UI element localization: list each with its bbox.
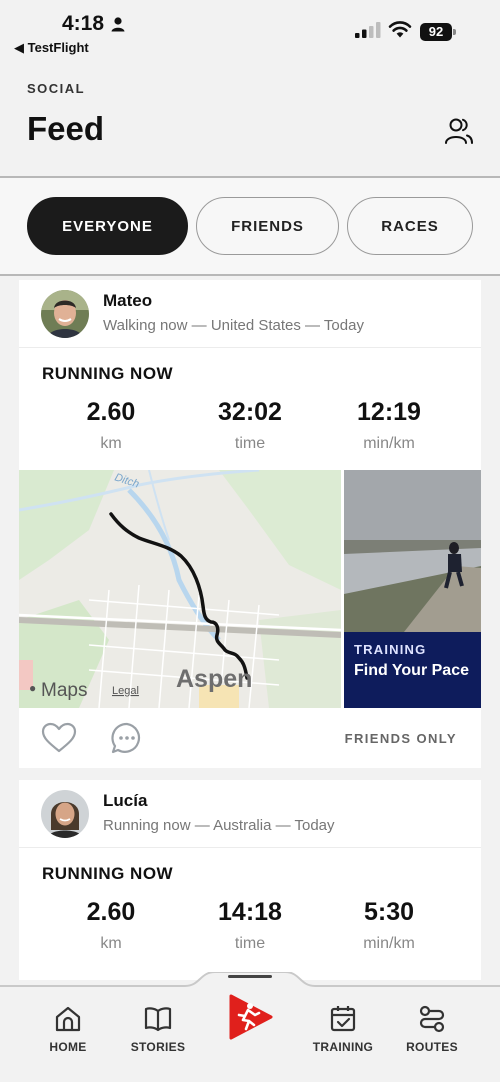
user-name[interactable]: Lucía — [103, 791, 147, 811]
activity-subtitle: Running now — Australia — Today — [103, 817, 335, 834]
book-icon — [144, 1007, 172, 1032]
tab-start-run[interactable] — [210, 994, 290, 1040]
battery-level: 92 — [420, 23, 452, 41]
clock: 4:18 — [62, 12, 105, 35]
activity-subtitle: Walking now — United States — Today — [103, 317, 364, 334]
stat-value: 2.60 — [86, 898, 136, 926]
stat-pace: 5:30 min/km — [319, 898, 459, 953]
stat-time: 14:18 time — [180, 898, 320, 953]
stat-unit: km — [100, 435, 122, 452]
tab-label: ROUTES — [406, 1040, 458, 1054]
section-kicker: SOCIAL — [27, 81, 86, 96]
stat-distance: 2.60 km — [41, 898, 181, 953]
runner-logo-icon — [229, 994, 273, 1040]
stat-unit: min/km — [363, 435, 415, 452]
activity-label: RUNNING NOW — [42, 364, 174, 383]
stat-value: 14:18 — [218, 898, 282, 926]
status-bar: 4:18 ◀ TestFlight 92 — [0, 0, 500, 62]
feed-card: Lucía Running now — Australia — Today RU… — [19, 780, 481, 980]
stat-value: 5:30 — [363, 898, 415, 926]
stat-unit: km — [100, 935, 122, 952]
card-actions: FRIENDS ONLY — [19, 708, 481, 768]
page-header: SOCIAL Feed — [0, 62, 500, 176]
user-name[interactable]: Mateo — [103, 291, 152, 311]
stat-unit: time — [234, 935, 266, 952]
runner-photo — [344, 470, 481, 632]
route-map[interactable]: Ditch Aspen ● Maps Legal — [19, 470, 341, 708]
avatar[interactable] — [41, 290, 89, 338]
promo-title: Find Your Pace — [354, 662, 469, 679]
map-legal-link[interactable]: Legal — [112, 685, 139, 697]
map-city-label: Aspen — [176, 665, 252, 693]
tab-home[interactable]: HOME — [28, 1004, 108, 1054]
stat-time: 32:02 time — [180, 398, 320, 453]
stat-unit: min/km — [363, 935, 415, 952]
page-title: Feed — [27, 110, 105, 147]
maps-brand-label: Maps — [41, 680, 87, 701]
training-photo[interactable] — [344, 470, 481, 632]
heart-icon[interactable] — [41, 722, 77, 754]
tab-label: TRAINING — [312, 1040, 374, 1054]
stat-value: 32:02 — [218, 398, 282, 426]
tab-bar: HOME STORIES TRAINING ROUTES — [0, 972, 500, 1082]
person-icon — [111, 17, 125, 32]
stat-distance: 2.60 km — [41, 398, 181, 453]
maps-brand: ● — [29, 681, 36, 695]
feed-card: Mateo Walking now — United States — Toda… — [19, 280, 481, 768]
map-canvas: Ditch Aspen ● Maps Legal — [19, 470, 341, 708]
stat-value: 12:19 — [357, 398, 421, 426]
feed-filter-bar: EVERYONE FRIENDS RACES — [0, 178, 500, 274]
filter-races[interactable]: RACES — [347, 197, 473, 255]
home-icon — [55, 1006, 81, 1032]
route-icon — [419, 1005, 445, 1033]
tab-bar-grabber[interactable] — [228, 975, 272, 978]
comment-icon[interactable] — [110, 721, 144, 755]
battery-indicator: 92 — [420, 23, 456, 41]
stat-pace: 12:19 min/km — [319, 398, 459, 453]
tab-stories[interactable]: STORIES — [118, 1004, 198, 1054]
cellular-signal-icon — [355, 22, 381, 38]
training-promo[interactable]: TRAINING Find Your Pace — [344, 632, 481, 708]
stat-unit: time — [234, 435, 266, 452]
visibility-label: FRIENDS ONLY — [344, 731, 457, 746]
filter-everyone[interactable]: EVERYONE — [27, 197, 188, 255]
back-to-testflight-link[interactable]: ◀ TestFlight — [14, 40, 89, 56]
tab-label: HOME — [49, 1040, 87, 1054]
tab-routes[interactable]: ROUTES — [392, 1004, 472, 1054]
tab-training[interactable]: TRAINING — [303, 1004, 383, 1054]
stat-value: 2.60 — [86, 398, 136, 426]
calendar-check-icon — [330, 1006, 356, 1032]
wifi-icon — [388, 21, 412, 38]
promo-kicker: TRAINING — [354, 642, 427, 657]
avatar[interactable] — [41, 790, 89, 838]
filter-friends[interactable]: FRIENDS — [196, 197, 339, 255]
people-icon[interactable] — [444, 116, 474, 146]
tab-label: STORIES — [130, 1040, 186, 1054]
filter-divider — [0, 274, 500, 276]
activity-label: RUNNING NOW — [42, 864, 174, 883]
